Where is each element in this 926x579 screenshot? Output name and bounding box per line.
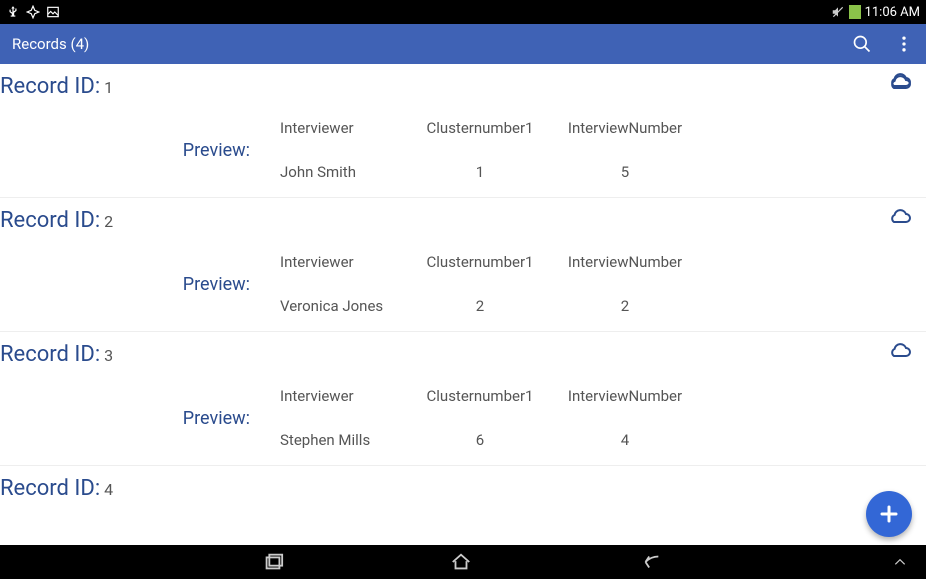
col-cluster: Clusternumber1	[410, 253, 550, 271]
preview-label: Preview:	[0, 140, 280, 161]
col-cluster: Clusternumber1	[410, 119, 550, 137]
val-interviewer: John Smith	[280, 163, 410, 181]
val-cluster: 1	[410, 163, 550, 181]
col-interviewer: Interviewer	[280, 253, 410, 271]
battery-icon	[849, 5, 861, 19]
val-interviewnum: 5	[550, 163, 700, 181]
cloud-sync-icon[interactable]	[884, 70, 916, 98]
record-id-value: 4	[104, 480, 113, 499]
cloud-sync-icon[interactable]	[884, 340, 916, 368]
add-record-fab[interactable]	[866, 491, 912, 537]
cloud-sync-icon[interactable]	[884, 206, 916, 234]
mute-icon	[831, 5, 845, 19]
record-item[interactable]: Record ID: 1 Preview: Interviewer Cluste…	[0, 64, 926, 198]
status-bar: 11:06 AM	[0, 0, 926, 24]
col-interviewnum: InterviewNumber	[550, 119, 700, 137]
app-bar: Records (4)	[0, 24, 926, 64]
overflow-menu-icon[interactable]	[894, 34, 914, 54]
val-cluster: 6	[410, 431, 550, 449]
gps-icon	[26, 5, 40, 19]
back-button[interactable]	[636, 551, 666, 573]
val-interviewnum: 4	[550, 431, 700, 449]
col-interviewer: Interviewer	[280, 387, 410, 405]
record-item[interactable]: Record ID: 2 Preview: Interviewer Cluste…	[0, 198, 926, 332]
col-interviewer: Interviewer	[280, 119, 410, 137]
status-time: 11:06 AM	[865, 5, 920, 20]
val-interviewer: Veronica Jones	[280, 297, 410, 315]
preview-label: Preview:	[0, 274, 280, 295]
record-id-label: Record ID:	[0, 342, 100, 367]
col-interviewnum: InterviewNumber	[550, 387, 700, 405]
preview-label: Preview:	[0, 408, 280, 429]
record-id-value: 1	[104, 78, 113, 97]
record-id-label: Record ID:	[0, 476, 100, 501]
app-title: Records (4)	[12, 35, 89, 53]
home-button[interactable]	[446, 551, 476, 573]
record-id-value: 2	[104, 212, 113, 231]
image-icon	[46, 5, 60, 19]
val-interviewer: Stephen Mills	[280, 431, 410, 449]
val-cluster: 2	[410, 297, 550, 315]
usb-icon	[6, 5, 20, 19]
search-icon[interactable]	[852, 34, 872, 54]
col-interviewnum: InterviewNumber	[550, 253, 700, 271]
recent-apps-button[interactable]	[260, 551, 286, 573]
record-id-label: Record ID:	[0, 74, 100, 99]
record-item[interactable]: Record ID: 3 Preview: Interviewer Cluste…	[0, 332, 926, 466]
record-item[interactable]: Record ID: 4	[0, 466, 926, 501]
record-id-value: 3	[104, 346, 113, 365]
record-id-label: Record ID:	[0, 208, 100, 233]
nav-bar	[0, 545, 926, 579]
col-cluster: Clusternumber1	[410, 387, 550, 405]
val-interviewnum: 2	[550, 297, 700, 315]
records-list[interactable]: Record ID: 1 Preview: Interviewer Cluste…	[0, 64, 926, 545]
expand-nav-icon[interactable]	[890, 555, 910, 569]
